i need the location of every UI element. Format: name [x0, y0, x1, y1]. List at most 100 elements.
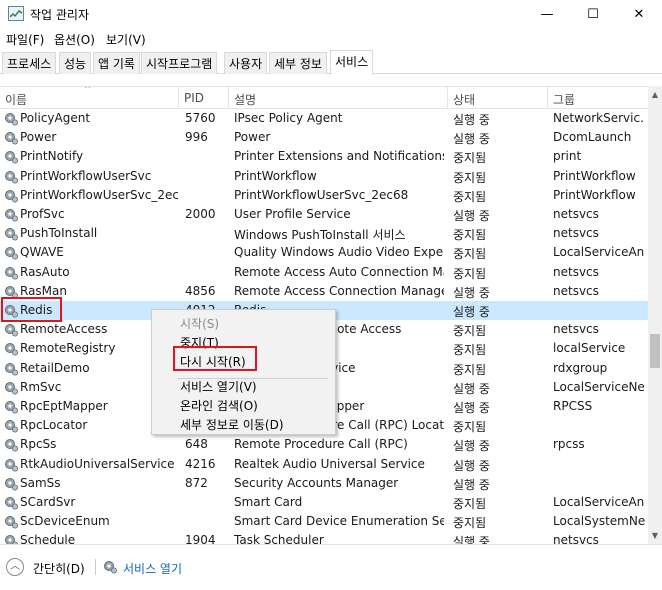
column-header-pid[interactable]: PID — [179, 87, 229, 109]
gear-icon — [3, 111, 19, 126]
gear-icon — [104, 561, 117, 574]
service-status: 중지됨 — [453, 170, 487, 185]
service-pid — [185, 169, 227, 186]
scroll-up-arrow-icon[interactable]: ▲ — [648, 86, 662, 103]
scroll-thumb[interactable] — [650, 334, 660, 368]
service-description: IPsec Policy Agent — [234, 111, 343, 125]
tab-services[interactable]: 서비스 — [330, 50, 374, 75]
maximize-button[interactable]: ☐ — [570, 0, 616, 28]
service-group: print — [553, 149, 582, 164]
service-status: 실행 중 — [453, 285, 490, 300]
service-pid — [185, 265, 227, 282]
ctx-search-online[interactable]: 온라인 검색(O) — [152, 394, 335, 413]
gear-icon — [3, 457, 19, 472]
service-group: netsvcs — [553, 533, 599, 544]
table-row[interactable]: RtkAudioUniversalService 4216 Realtek Audi… — [0, 455, 648, 474]
service-status: 중지됨 — [453, 362, 487, 377]
service-pid: 5760 — [185, 111, 216, 125]
column-header-status[interactable]: 상태 — [448, 87, 548, 109]
table-row[interactable]: RasAuto Remote Access Auto Connection Ma.… — [0, 263, 648, 282]
close-button[interactable]: ✕ — [616, 0, 662, 28]
gear-icon — [3, 533, 19, 544]
service-description: Windows PushToInstall 서비스 — [234, 228, 406, 243]
gear-icon — [3, 437, 19, 452]
menu-view[interactable]: 보기(V) — [106, 31, 146, 48]
service-status: 중지됨 — [453, 497, 487, 511]
service-pid: 2000 — [185, 207, 216, 221]
ctx-open-services[interactable]: 서비스 열기(V) — [152, 375, 335, 394]
service-status: 중지됨 — [453, 247, 487, 262]
tab-processes[interactable]: 프로세스 — [2, 52, 57, 74]
table-row[interactable]: Schedule 1904 Task Scheduler 실행 중 netsvcs — [0, 531, 648, 544]
tab-bar: 프로세스 성능 앱 기록 시작프로그램 사용자 세부 정보 서비스 — [0, 50, 662, 75]
service-status: 실행 중 — [453, 477, 490, 492]
service-status: 실행 중 — [453, 305, 490, 319]
table-row[interactable]: SCardSvr Smart Card 중지됨 LocalServiceAn... — [0, 493, 648, 512]
service-status: 실행 중 — [453, 381, 490, 396]
gear-icon — [3, 149, 19, 164]
gear-icon — [3, 514, 19, 529]
service-description: Printer Extensions and Notifications — [234, 149, 444, 164]
menu-options[interactable]: 옵션(O) — [54, 31, 95, 48]
service-status: 중지됨 — [453, 420, 487, 435]
service-pid — [185, 188, 227, 205]
service-name: PolicyAgent — [20, 111, 91, 125]
table-row[interactable]: RpcSs 648 Remote Procedure Call (RPC) 실행 중 r… — [0, 435, 648, 454]
column-header-name[interactable]: 이름 ^ — [0, 87, 179, 109]
gear-icon — [3, 322, 19, 337]
table-row[interactable]: Power 996 Power 실행 중 DcomLaunch — [0, 128, 648, 147]
table-row[interactable]: RasMan 4856 Remote Access Connection Manag… — [0, 282, 648, 301]
service-name: SCardSvr — [20, 495, 76, 509]
service-pid — [185, 495, 227, 512]
service-status: 실행 중 — [453, 458, 490, 473]
service-group: netsvcs — [553, 322, 599, 337]
service-name: Schedule — [20, 533, 76, 544]
service-group: LocalServiceNe... — [553, 379, 645, 394]
service-group: rpcss — [553, 437, 585, 452]
table-row[interactable]: PrintWorkflowUserSvc_2ec68 PrintWorkflowU… — [0, 186, 648, 205]
service-name: SamSs — [20, 475, 61, 490]
table-row[interactable]: ScDeviceEnum Smart Card Device Enumeratio… — [0, 512, 648, 531]
ctx-start[interactable]: 시작(S) — [152, 312, 335, 331]
service-name: QWAVE — [20, 245, 64, 260]
tab-details[interactable]: 세부 정보 — [269, 52, 327, 74]
table-row[interactable]: PolicyAgent 5760 IPsec Policy Agent 실행 중 Net… — [0, 109, 648, 128]
tab-app-history[interactable]: 앱 기록 — [93, 52, 140, 74]
service-group: netsvcs — [553, 264, 599, 279]
service-group: NetworkServic... — [553, 111, 645, 125]
service-name: ScDeviceEnum — [20, 514, 110, 529]
column-header-description[interactable]: 설명 — [229, 87, 448, 109]
fewer-details-button[interactable]: 간단히(D) — [33, 560, 85, 577]
column-header-group[interactable]: 그룹 — [548, 87, 648, 109]
menu-file[interactable]: 파일(F) — [6, 31, 44, 48]
scroll-down-arrow-icon[interactable]: ▼ — [648, 527, 662, 544]
table-row[interactable]: ProfSvc 2000 User Profile Service 실행 중 netsv… — [0, 205, 648, 224]
table-row[interactable]: QWAVE Quality Windows Audio Video Exper..… — [0, 243, 648, 262]
service-description: User Profile Service — [234, 207, 351, 221]
gear-icon — [3, 188, 19, 203]
tab-performance[interactable]: 성능 — [59, 52, 92, 74]
chevron-up-icon[interactable]: ︿ — [6, 558, 24, 576]
service-description: Task Scheduler — [234, 533, 324, 544]
tab-startup[interactable]: 시작프로그램 — [141, 52, 218, 74]
table-row[interactable]: SamSs 872 Security Accounts Manager 실행 중 — [0, 474, 648, 493]
service-name: Power — [20, 130, 57, 145]
table-row[interactable]: PrintNotify Printer Extensions and Notifi… — [0, 147, 648, 166]
open-services-link[interactable]: 서비스 열기 — [123, 560, 182, 577]
service-status: 중지됨 — [453, 151, 487, 166]
service-pid — [185, 226, 227, 243]
service-description: Smart Card Device Enumeration Ser... — [234, 514, 444, 529]
service-group: netsvcs — [553, 283, 599, 298]
service-pid: 872 — [185, 475, 208, 490]
table-row[interactable]: PushToInstall Windows PushToInstall 서비스 중지… — [0, 224, 648, 243]
gear-icon — [3, 265, 19, 280]
service-status: 실행 중 — [453, 401, 490, 415]
tab-users[interactable]: 사용자 — [224, 52, 268, 74]
vertical-scrollbar[interactable]: ▲ ▼ — [648, 86, 662, 544]
service-name: RtkAudioUniversalService — [20, 456, 175, 471]
ctx-go-to-details[interactable]: 세부 정보로 이동(D) — [152, 413, 335, 432]
minimize-button[interactable]: — — [524, 0, 570, 28]
service-status: 실행 중 — [453, 439, 490, 454]
table-row[interactable]: PrintWorkflowUserSvc PrintWorkflow 중지됨 Prin… — [0, 167, 648, 186]
window-title: 작업 관리자 — [30, 8, 90, 22]
